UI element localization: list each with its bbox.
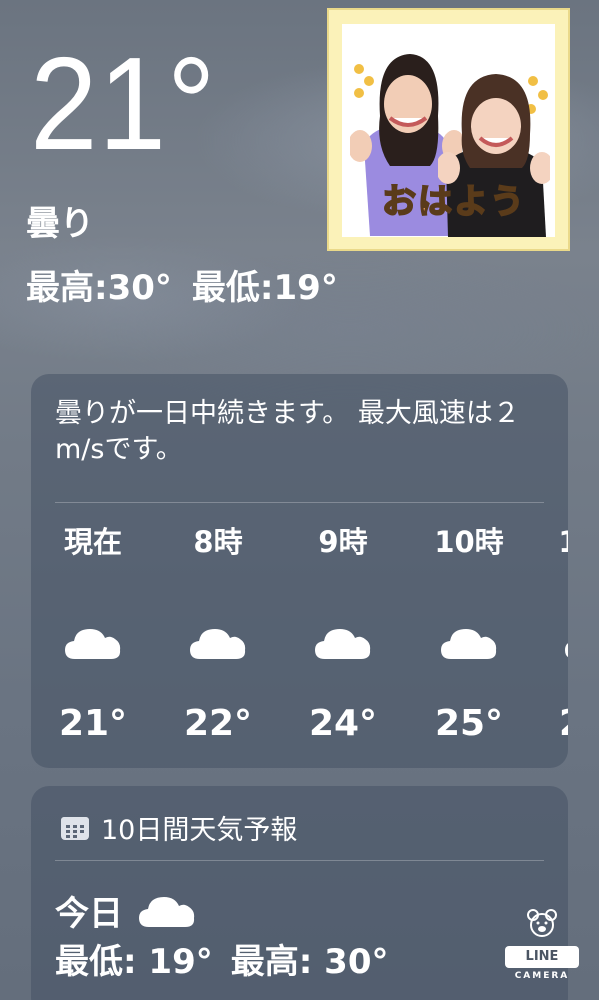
daily-forecast-card[interactable]: 10日間天気予報 今日 最低: 19° 最高: 30° <box>31 786 568 1000</box>
current-high-low: 最高:30° 最低:19° <box>26 260 338 309</box>
hour-item: 11時 26° <box>543 522 568 744</box>
daily-forecast-header: 10日間天気予報 <box>59 808 297 847</box>
cloud-icon <box>419 608 519 678</box>
hourly-strip[interactable]: 現在 21° 8時 22° 9時 24° 10時 25° <box>31 522 568 752</box>
day-high-low: 最低: 19° 最高: 30° <box>55 934 389 983</box>
day-label: 今日 <box>55 894 123 934</box>
cloud-icon <box>139 896 195 927</box>
hour-label: 9時 <box>318 525 368 559</box>
watermark-sub: CAMERA <box>514 971 570 981</box>
current-condition: 曇り <box>26 204 94 244</box>
hour-temperature: 24° <box>308 703 378 744</box>
divider <box>55 502 544 503</box>
hour-label: 8時 <box>193 525 243 559</box>
hour-item: 8時 22° <box>168 522 268 744</box>
cloud-icon <box>168 608 268 678</box>
hourly-forecast-card[interactable]: 曇りが一日中続きます。 最大風速は２m/sです。 現在 21° 8時 22° 9… <box>31 374 568 768</box>
sticker-image: おはよう <box>327 8 570 251</box>
hour-item: 現在 21° <box>43 522 143 744</box>
bear-icon <box>527 909 557 937</box>
current-weather: 21° <box>30 38 233 170</box>
hour-temperature: 26° <box>543 703 568 744</box>
forecast-summary: 曇りが一日中続きます。 最大風速は２m/sです。 <box>55 398 520 465</box>
sticker-photo: おはよう <box>342 24 555 237</box>
hour-item: 10時 25° <box>419 522 519 744</box>
day-low: 最低: 19° <box>55 942 213 982</box>
hour-label: 11時 <box>543 522 568 562</box>
hour-item: 9時 24° <box>293 522 393 744</box>
hour-label: 現在 <box>63 525 122 559</box>
day-row-today[interactable]: 今日 <box>55 886 197 935</box>
hour-label: 10時 <box>434 525 504 559</box>
watermark-brand: LINE <box>505 946 579 968</box>
cloud-icon <box>543 608 568 678</box>
current-temperature: 21° <box>30 30 217 177</box>
cloud-icon <box>293 608 393 678</box>
divider <box>55 860 544 861</box>
hour-temperature: 22° <box>183 703 253 744</box>
day-high: 最高: 30° <box>230 942 389 982</box>
line-camera-watermark: LINE CAMERA <box>500 908 584 988</box>
current-high: 最高:30° <box>26 268 172 308</box>
sticker-caption: おはよう <box>381 181 526 223</box>
cloud-icon <box>43 608 143 678</box>
current-low: 最低:19° <box>191 268 338 308</box>
hour-temperature: 25° <box>434 703 504 744</box>
hour-temperature: 21° <box>58 703 128 744</box>
calendar-icon <box>61 816 89 840</box>
daily-forecast-title: 10日間天気予報 <box>101 815 298 846</box>
